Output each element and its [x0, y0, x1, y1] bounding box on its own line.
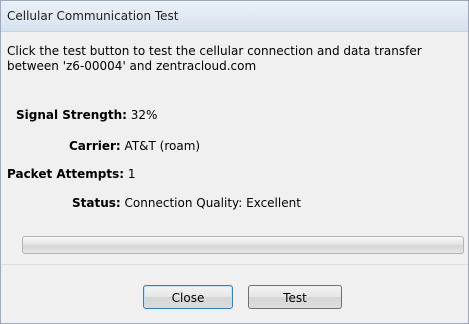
packet-attempts-row: Packet Attempts: 1	[7, 167, 136, 181]
close-button[interactable]: Close	[143, 285, 233, 309]
progress-bar	[22, 236, 464, 254]
signal-strength-row: Signal Strength: 32%	[16, 108, 157, 122]
instructions-text: Click the test button to test the cellul…	[7, 44, 422, 73]
carrier-row: Carrier: AT&T (roam)	[69, 139, 200, 153]
status-row: Status: Connection Quality: Excellent	[72, 196, 301, 210]
packet-attempts-value: 1	[127, 167, 136, 181]
carrier-label: Carrier:	[69, 139, 121, 153]
cellular-test-dialog: Cellular Communication Test Click the te…	[0, 0, 469, 324]
status-label: Status:	[72, 196, 121, 210]
window-title: Cellular Communication Test	[7, 9, 179, 23]
title-bar[interactable]: Cellular Communication Test	[1, 1, 468, 32]
signal-strength-value: 32%	[130, 108, 158, 122]
button-bar: Close Test	[1, 264, 468, 323]
status-value: Connection Quality: Excellent	[124, 196, 301, 210]
carrier-value: AT&T (roam)	[124, 139, 201, 153]
packet-attempts-label: Packet Attempts:	[7, 167, 125, 181]
signal-strength-label: Signal Strength:	[16, 108, 127, 122]
test-button[interactable]: Test	[248, 285, 342, 309]
dialog-content: Click the test button to test the cellul…	[1, 32, 468, 264]
